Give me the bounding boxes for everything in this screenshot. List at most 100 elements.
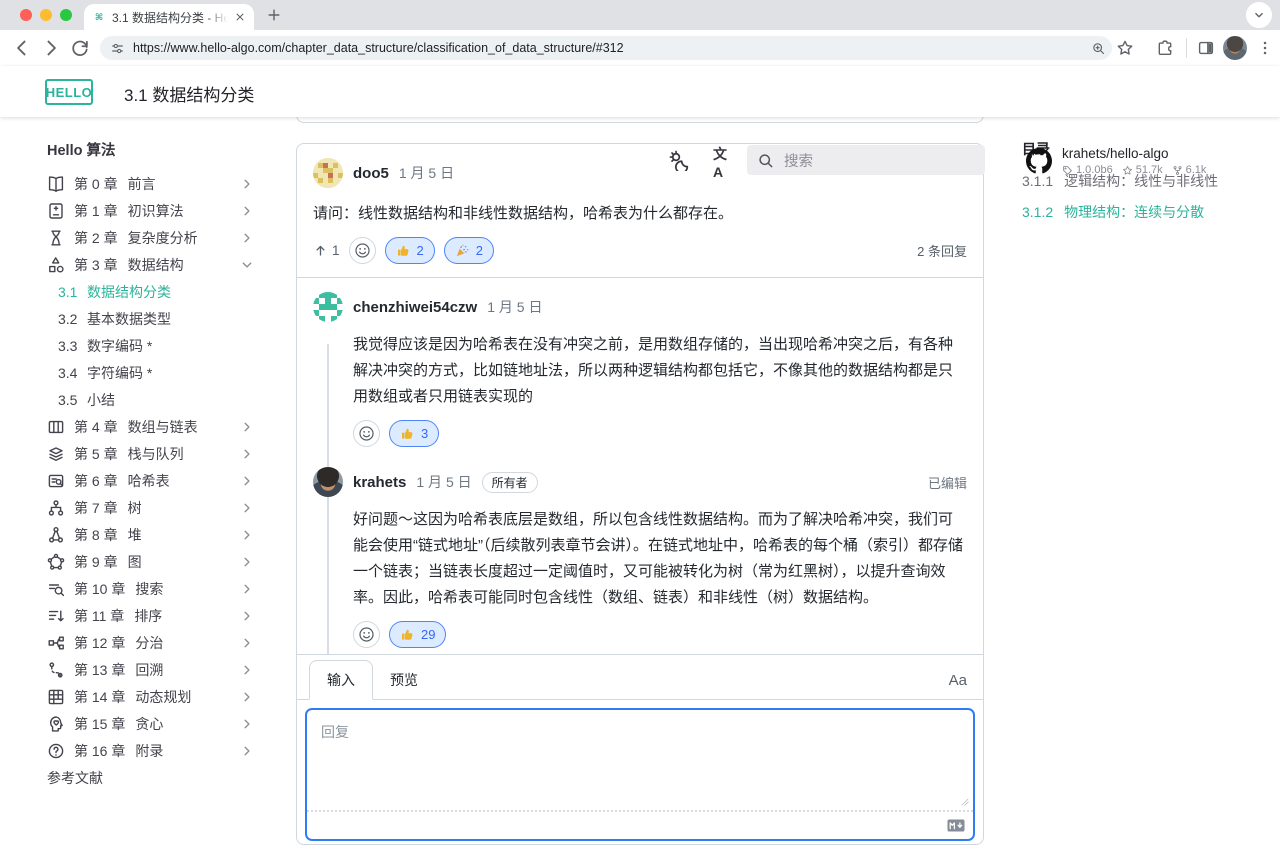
- chevron-down-icon[interactable]: [240, 258, 254, 272]
- sidebar-chapter-item[interactable]: 第 3 章 数据结构: [0, 251, 288, 278]
- toc-item[interactable]: 3.1.2 物理结构：连续与分散: [1022, 203, 1272, 221]
- sidebar-section-item[interactable]: 3.5 小结: [0, 386, 288, 413]
- side-panel-icon[interactable]: [1197, 39, 1215, 57]
- reply-date[interactable]: 1 月 5 日: [416, 472, 471, 492]
- sidebar-chapter-item[interactable]: 第 15 章 贪心: [0, 710, 288, 737]
- divide-icon: [47, 634, 65, 652]
- chevron-right-icon[interactable]: [240, 528, 254, 542]
- chevron-right-icon[interactable]: [240, 582, 254, 596]
- forward-button[interactable]: [41, 38, 61, 58]
- reply-body: 我觉得应该是因为哈希表在没有冲突之前，是用数组存储的，当出现哈希冲突之后，有各种…: [297, 322, 983, 410]
- up-arrow-icon: [313, 243, 328, 258]
- chevron-right-icon[interactable]: [240, 609, 254, 623]
- comment-author[interactable]: doo5: [353, 165, 389, 182]
- menu-kebab-icon[interactable]: [1256, 39, 1274, 57]
- chevron-right-icon[interactable]: [240, 420, 254, 434]
- reply-date[interactable]: 1 月 5 日: [487, 297, 542, 317]
- site-header: HELLO 3.1 数据结构分类 文A 搜索 krahets/hello-alg…: [0, 66, 1280, 117]
- fork-icon: [1172, 165, 1183, 176]
- chevron-right-icon[interactable]: [240, 717, 254, 731]
- chevron-right-icon[interactable]: [240, 474, 254, 488]
- minimize-window-button[interactable]: [40, 9, 52, 21]
- maximize-window-button[interactable]: [60, 9, 72, 21]
- chevron-right-icon[interactable]: [240, 555, 254, 569]
- sidebar-chapter-item[interactable]: 第 16 章 附录: [0, 737, 288, 764]
- sidebar-section-item[interactable]: 3.4 字符编码 *: [0, 359, 288, 386]
- sidebar-nav: Hello 算法 第 0 章 前言 第 1 章 初识算法 第 2 章 复杂度分析…: [0, 117, 288, 865]
- theme-toggle-icon[interactable]: [668, 149, 690, 171]
- sidebar-section-item[interactable]: 3.3 数字编码 *: [0, 332, 288, 359]
- avatar[interactable]: [313, 292, 343, 322]
- chapter-label: 动态规划: [135, 687, 191, 707]
- reply-author[interactable]: krahets: [353, 474, 406, 491]
- sidebar-chapter-item[interactable]: 第 13 章 回溯: [0, 656, 288, 683]
- add-reaction-button[interactable]: [353, 420, 380, 447]
- comment-body: 请问：线性数据结构和非线性数据结构，哈希表为什么都存在。: [297, 188, 983, 227]
- reaction-tada[interactable]: 2: [444, 237, 494, 264]
- new-tab-button[interactable]: [266, 7, 282, 23]
- reply-textarea[interactable]: [307, 710, 973, 810]
- avatar[interactable]: [313, 467, 343, 497]
- comment-date[interactable]: 1 月 5 日: [399, 163, 454, 183]
- search-input[interactable]: 搜索: [747, 145, 985, 175]
- extensions-icon[interactable]: [1156, 39, 1174, 57]
- chevron-right-icon[interactable]: [240, 231, 254, 245]
- sidebar-chapter-item[interactable]: 第 1 章 初识算法: [0, 197, 288, 224]
- browser-tab[interactable]: ⌘ 3.1 数据结构分类 - Hello 算法: [84, 4, 254, 30]
- repo-link[interactable]: krahets/hello-algo 1.0.0b6 51.7k 6.1k: [1026, 146, 1206, 176]
- sidebar-chapter-item[interactable]: 第 0 章 前言: [0, 170, 288, 197]
- reaction-thumbs-up[interactable]: 3: [389, 420, 439, 447]
- chevron-right-icon[interactable]: [240, 177, 254, 191]
- chapter-label: 复杂度分析: [128, 228, 198, 248]
- upvote-button[interactable]: 1: [313, 243, 340, 258]
- chevron-right-icon[interactable]: [240, 744, 254, 758]
- sidebar-chapter-item[interactable]: 第 9 章 图: [0, 548, 288, 575]
- sidebar-chapter-item[interactable]: 第 14 章 动态规划: [0, 683, 288, 710]
- zoom-icon[interactable]: [1091, 41, 1106, 56]
- add-reaction-button[interactable]: [353, 621, 380, 648]
- tab-write[interactable]: 输入: [309, 660, 373, 700]
- sidebar-chapter-item[interactable]: 第 11 章 排序: [0, 602, 288, 629]
- chevron-right-icon[interactable]: [240, 204, 254, 218]
- back-button[interactable]: [12, 38, 32, 58]
- chevron-right-icon[interactable]: [240, 690, 254, 704]
- resize-grip-icon[interactable]: [960, 797, 970, 807]
- reload-button[interactable]: [70, 38, 90, 58]
- hash-icon: [47, 472, 65, 490]
- sidebar-chapter-item[interactable]: 第 2 章 复杂度分析: [0, 224, 288, 251]
- sidebar-chapter-item[interactable]: 第 12 章 分治: [0, 629, 288, 656]
- chapter-number: 第 8 章: [74, 525, 118, 545]
- sidebar-chapter-item[interactable]: 第 4 章 数组与链表: [0, 413, 288, 440]
- sidebar-section-item[interactable]: 3.1 数据结构分类: [0, 278, 288, 305]
- add-reaction-button[interactable]: [349, 237, 376, 264]
- reply-author[interactable]: chenzhiwei54czw: [353, 299, 477, 316]
- sidebar-section-item[interactable]: 3.2 基本数据类型: [0, 305, 288, 332]
- sidebar-chapter-item[interactable]: 第 5 章 栈与队列: [0, 440, 288, 467]
- sidebar-chapter-item[interactable]: 第 6 章 哈希表: [0, 467, 288, 494]
- sidebar-chapter-item[interactable]: 第 10 章 搜索: [0, 575, 288, 602]
- chevron-right-icon[interactable]: [240, 663, 254, 677]
- tab-search-button[interactable]: [1246, 2, 1272, 28]
- text-format-button[interactable]: Aa: [949, 672, 967, 699]
- translate-icon[interactable]: 文A: [713, 151, 735, 173]
- address-bar[interactable]: https://www.hello-algo.com/chapter_data_…: [100, 36, 1112, 60]
- profile-avatar[interactable]: [1223, 36, 1247, 60]
- reaction-thumbs-up[interactable]: 29: [389, 621, 446, 648]
- section-label: 数字编码 *: [87, 336, 152, 356]
- chevron-right-icon[interactable]: [240, 447, 254, 461]
- reaction-thumbs-up[interactable]: 2: [385, 237, 435, 264]
- chevron-right-icon[interactable]: [240, 501, 254, 515]
- chevron-right-icon[interactable]: [240, 636, 254, 650]
- sidebar-chapter-item[interactable]: 第 7 章 树: [0, 494, 288, 521]
- close-window-button[interactable]: [20, 9, 32, 21]
- tab-preview[interactable]: 预览: [373, 661, 435, 699]
- site-logo[interactable]: HELLO: [45, 79, 93, 105]
- markdown-icon[interactable]: [947, 819, 965, 832]
- bookmark-star-icon[interactable]: [1116, 39, 1134, 57]
- avatar[interactable]: [313, 158, 343, 188]
- site-settings-icon[interactable]: [110, 41, 125, 56]
- sidebar-chapter-item[interactable]: 第 8 章 堆: [0, 521, 288, 548]
- sidebar-item-references[interactable]: 参考文献: [0, 764, 288, 791]
- close-tab-icon[interactable]: [234, 11, 246, 23]
- smiley-icon: [358, 626, 375, 643]
